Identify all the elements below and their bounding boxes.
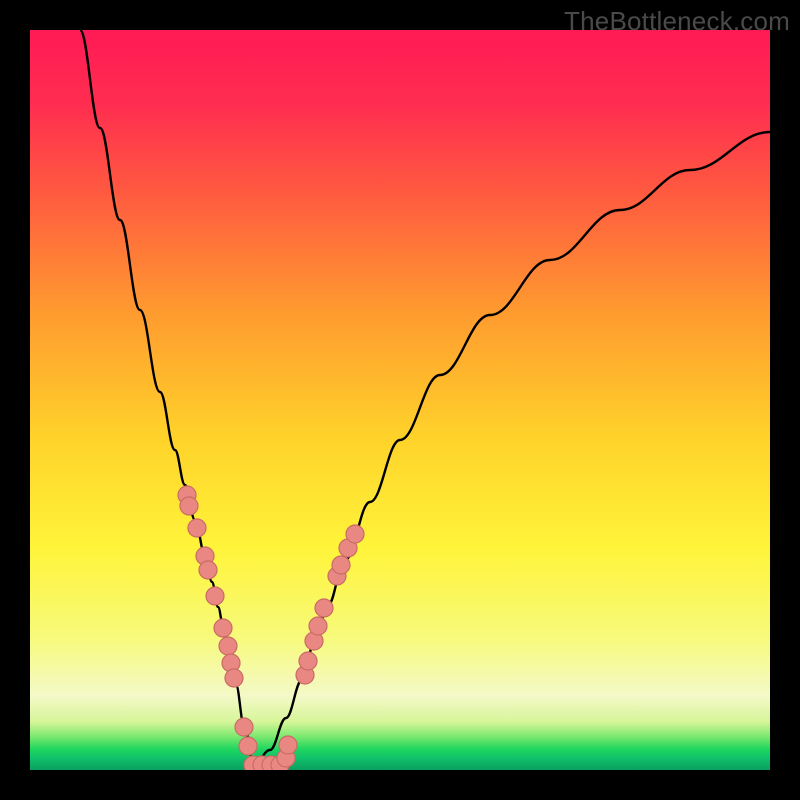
data-point <box>225 669 243 687</box>
curve-layer <box>30 30 770 770</box>
data-point <box>239 737 257 755</box>
data-point <box>346 525 364 543</box>
watermark-text: TheBottleneck.com <box>564 6 790 37</box>
data-point <box>180 497 198 515</box>
data-point <box>214 619 232 637</box>
data-point <box>309 617 327 635</box>
data-point <box>299 652 317 670</box>
data-point <box>188 519 206 537</box>
data-point <box>332 556 350 574</box>
scatter-points <box>178 486 364 770</box>
data-point <box>279 736 297 754</box>
figure-frame: TheBottleneck.com <box>0 0 800 800</box>
curve-right-branch <box>254 132 770 765</box>
data-point <box>199 561 217 579</box>
plot-area <box>30 30 770 770</box>
data-point <box>219 637 237 655</box>
data-point <box>206 587 224 605</box>
data-point <box>235 718 253 736</box>
data-point <box>315 599 333 617</box>
